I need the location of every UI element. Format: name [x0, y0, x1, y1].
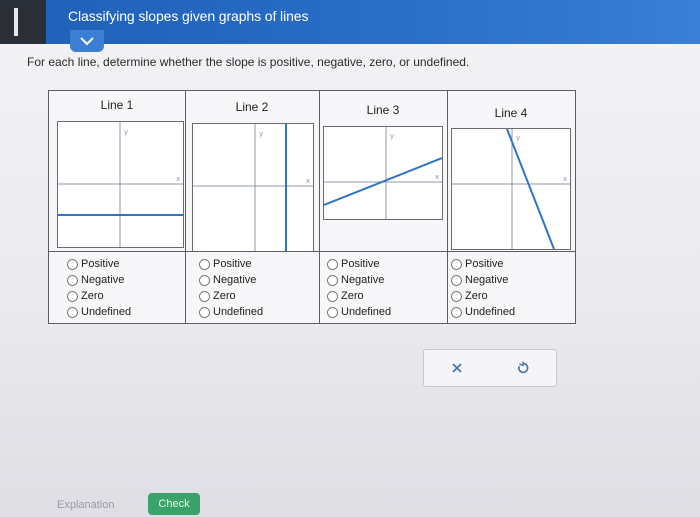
column-line-2: Line 2 y x Positive Negative Zero Undefi… [185, 91, 320, 323]
y-axis-label: y [390, 132, 394, 140]
radio-icon [451, 306, 462, 318]
radio-icon [451, 274, 462, 286]
radio-icon [327, 258, 338, 270]
radio-icon [199, 290, 210, 302]
option-zero[interactable]: Zero [451, 288, 515, 304]
option-negative[interactable]: Negative [451, 272, 515, 288]
option-undefined[interactable]: Undefined [67, 304, 131, 320]
menu-accent [0, 0, 46, 44]
option-zero[interactable]: Zero [199, 288, 263, 304]
options-line-2: Positive Negative Zero Undefined [199, 256, 263, 320]
close-icon [452, 363, 462, 373]
x-axis-label: x [176, 175, 180, 183]
radio-icon [67, 274, 78, 286]
page-title: Classifying slopes given graphs of lines [68, 8, 309, 24]
check-button[interactable]: Check [148, 493, 200, 515]
option-positive[interactable]: Positive [327, 256, 391, 272]
chevron-down-icon [80, 37, 94, 46]
instructions: For each line, determine whether the slo… [27, 55, 470, 69]
x-axis-label: x [563, 175, 567, 183]
column-line-1: Line 1 y x Positive Negative Zero Undefi… [49, 91, 186, 323]
reset-button[interactable] [512, 357, 534, 379]
graph-line-2: y x [192, 123, 314, 252]
option-negative[interactable]: Negative [327, 272, 391, 288]
options-line-4: Positive Negative Zero Undefined [451, 256, 515, 320]
graph-line-3: y x [323, 126, 443, 220]
option-negative[interactable]: Negative [199, 272, 263, 288]
radio-icon [199, 306, 210, 318]
lines-grid: Line 1 y x Positive Negative Zero Undefi… [48, 90, 576, 324]
line-title: Line 4 [494, 106, 528, 120]
radio-icon [327, 306, 338, 318]
y-axis-label: y [259, 130, 263, 138]
x-axis-label: x [435, 173, 439, 181]
option-positive[interactable]: Positive [199, 256, 263, 272]
options-line-3: Positive Negative Zero Undefined [327, 256, 391, 320]
graph-line-1: y x [57, 121, 184, 248]
radio-icon [327, 290, 338, 302]
clear-button[interactable] [446, 357, 468, 379]
divider [49, 251, 575, 252]
explanation-button[interactable]: Explanation [57, 499, 115, 511]
radio-icon [67, 258, 78, 270]
column-line-3: Line 3 y x Positive Negative Zero Undefi… [319, 91, 448, 323]
option-positive[interactable]: Positive [451, 256, 515, 272]
line-title: Line 1 [100, 98, 134, 112]
options-line-1: Positive Negative Zero Undefined [67, 256, 131, 320]
x-axis-label: x [306, 177, 310, 185]
option-negative[interactable]: Negative [67, 272, 131, 288]
collapse-button[interactable] [70, 30, 104, 52]
option-zero[interactable]: Zero [67, 288, 131, 304]
column-line-4: Line 4 y x Positive Negative Zero Undefi… [447, 91, 576, 323]
radio-icon [67, 306, 78, 318]
line-title: Line 2 [235, 100, 269, 114]
plotted-line [506, 129, 555, 249]
y-axis-label: y [516, 134, 520, 142]
undo-icon [518, 361, 529, 374]
option-positive[interactable]: Positive [67, 256, 131, 272]
line-title: Line 3 [366, 103, 400, 117]
option-zero[interactable]: Zero [327, 288, 391, 304]
answer-actions [423, 349, 557, 387]
radio-icon [451, 258, 462, 270]
option-undefined[interactable]: Undefined [199, 304, 263, 320]
radio-icon [199, 274, 210, 286]
y-axis-label: y [124, 128, 128, 136]
graph-line-4: y x [451, 128, 571, 250]
option-undefined[interactable]: Undefined [327, 304, 391, 320]
radio-icon [451, 290, 462, 302]
header-bar: Classifying slopes given graphs of lines [0, 0, 700, 44]
page: Classifying slopes given graphs of lines… [0, 0, 700, 517]
radio-icon [67, 290, 78, 302]
option-undefined[interactable]: Undefined [451, 304, 515, 320]
radio-icon [327, 274, 338, 286]
radio-icon [199, 258, 210, 270]
